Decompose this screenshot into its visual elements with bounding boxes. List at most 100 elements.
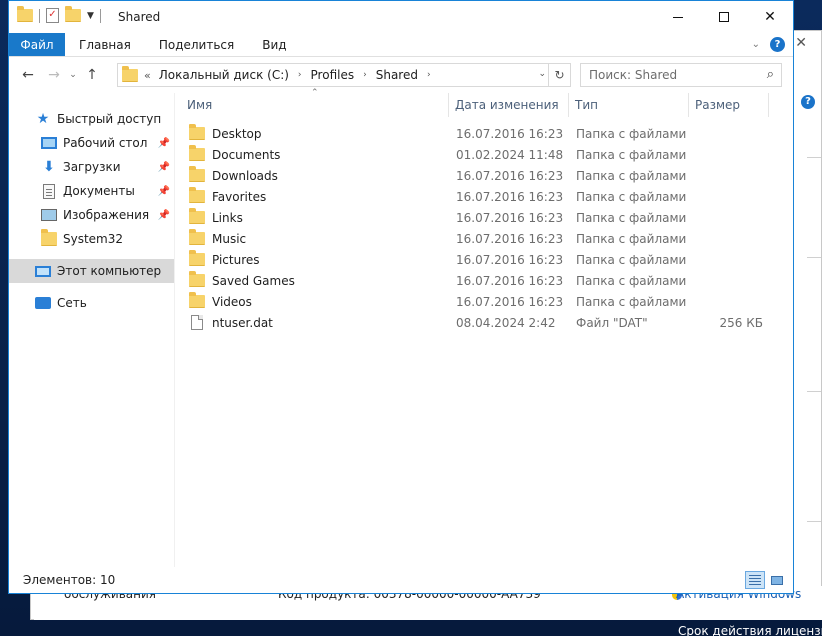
pin-icon[interactable]: 📌 (158, 186, 170, 197)
file-type: Файл "DAT" (576, 315, 648, 330)
ribbon-file-tab[interactable]: Файл (9, 33, 65, 56)
refresh-icon: ↻ (554, 68, 565, 82)
minimize-icon (673, 16, 683, 18)
file-type: Папка с файлами (576, 273, 687, 288)
sidebar-item-downloads[interactable]: ⬇ Загрузки 📌 (9, 155, 174, 179)
minimize-button[interactable] (655, 1, 701, 33)
sidebar-item-label: Изображения (63, 208, 150, 222)
sidebar-item-pictures[interactable]: Изображения 📌 (9, 203, 174, 227)
column-header-date[interactable]: Дата изменения (449, 93, 569, 117)
pin-icon[interactable]: 📌 (158, 162, 170, 173)
folder-icon (189, 208, 205, 224)
chevron-right-icon[interactable]: › (298, 70, 302, 80)
background-divider (807, 257, 821, 258)
file-date: 16.07.2016 16:23 (456, 210, 564, 225)
file-size (695, 270, 763, 291)
close-icon: ✕ (764, 9, 776, 25)
customize-toolbar-icon[interactable]: ▼ (87, 11, 94, 21)
recent-locations-icon[interactable]: ⌄ (67, 70, 79, 80)
breadcrumb-drive[interactable]: Локальный диск (C:) (159, 68, 289, 82)
file-type: Папка с файлами (576, 189, 687, 204)
background-close-icon[interactable]: ✕ (795, 35, 807, 51)
column-header-size[interactable]: Размер (689, 93, 769, 117)
ribbon-tab-home[interactable]: Главная (65, 33, 145, 56)
details-view-button[interactable] (745, 571, 765, 589)
table-row[interactable]: Music 16.07.2016 16:23 Папка с файлами (175, 228, 793, 249)
up-button[interactable]: ↑ (79, 62, 105, 88)
table-row[interactable]: Documents 01.02.2024 11:48 Папка с файла… (175, 144, 793, 165)
address-bar[interactable]: « Локальный диск (C:) › Profiles › Share… (117, 63, 571, 87)
license-text: Срок действия лицензии W (678, 624, 822, 636)
close-button[interactable]: ✕ (747, 1, 793, 33)
folder-icon (189, 145, 205, 161)
pin-icon[interactable]: 📌 (158, 138, 170, 149)
breadcrumb-overflow[interactable]: « (144, 69, 151, 82)
file-type: Папка с файлами (576, 147, 687, 162)
file-name: Pictures (212, 252, 260, 267)
table-row[interactable]: Saved Games 16.07.2016 16:23 Папка с фай… (175, 270, 793, 291)
file-size (695, 291, 763, 312)
expand-ribbon-icon[interactable]: ⌄ (752, 39, 760, 50)
arrow-up-icon: ↑ (86, 67, 98, 83)
file-name-cell: Music (189, 228, 246, 249)
large-icons-view-button[interactable] (767, 571, 787, 589)
file-date: 08.04.2024 2:42 (456, 315, 556, 330)
file-size (695, 144, 763, 165)
table-row[interactable]: Videos 16.07.2016 16:23 Папка с файлами (175, 291, 793, 312)
chevron-right-icon[interactable]: › (363, 70, 367, 80)
download-icon: ⬇ (43, 159, 55, 175)
sidebar-item-system32[interactable]: System32 (9, 227, 174, 251)
table-row[interactable]: Favorites 16.07.2016 16:23 Папка с файла… (175, 186, 793, 207)
sidebar-item-network[interactable]: Сеть (9, 291, 174, 315)
refresh-button[interactable]: ↻ (548, 64, 570, 86)
table-row[interactable]: Pictures 16.07.2016 16:23 Папка с файлам… (175, 249, 793, 270)
sidebar-item-this-pc[interactable]: Этот компьютер (9, 259, 174, 283)
file-type: Папка с файлами (576, 126, 687, 141)
background-help-icon[interactable]: ? (801, 95, 815, 109)
star-icon: ★ (36, 111, 50, 127)
pin-icon[interactable]: 📌 (158, 210, 170, 221)
column-headers: ⌃ Имя Дата изменения Тип Размер (175, 88, 793, 117)
folder-icon (189, 250, 205, 266)
search-box[interactable]: ⌕ (580, 63, 782, 87)
file-name-cell: Saved Games (189, 270, 295, 291)
search-icon[interactable]: ⌕ (767, 67, 774, 82)
file-name-cell: Pictures (189, 249, 260, 270)
maximize-button[interactable] (701, 1, 747, 33)
large-icons-view-icon (771, 575, 783, 585)
column-header-type[interactable]: Тип (569, 93, 689, 117)
new-folder-icon[interactable] (65, 6, 81, 22)
file-size (695, 123, 763, 144)
sidebar-item-quick-access[interactable]: ★ Быстрый доступ (9, 107, 174, 131)
maximize-icon (719, 12, 729, 22)
file-date: 16.07.2016 16:23 (456, 231, 564, 246)
back-button[interactable]: ← (15, 62, 41, 88)
table-row[interactable]: ntuser.dat 08.04.2024 2:42 Файл "DAT" 25… (175, 312, 793, 333)
sidebar-item-desktop[interactable]: Рабочий стол 📌 (9, 131, 174, 155)
help-icon[interactable]: ? (770, 37, 785, 52)
file-type: Папка с файлами (576, 294, 687, 309)
ribbon-tab-share[interactable]: Поделиться (145, 33, 248, 56)
folder-icon (41, 229, 57, 246)
chevron-right-icon[interactable]: › (427, 70, 431, 80)
column-header-name[interactable]: Имя (181, 93, 449, 117)
title-bar[interactable]: ✓ ▼ Shared ✕ (9, 1, 793, 33)
file-name-cell: Desktop (189, 123, 262, 144)
folder-icon (189, 187, 205, 203)
forward-button[interactable]: → (41, 62, 67, 88)
search-input[interactable] (589, 68, 749, 82)
table-row[interactable]: Desktop 16.07.2016 16:23 Папка с файлами (175, 123, 793, 144)
sidebar-item-label: System32 (63, 232, 124, 246)
window-title: Shared (118, 10, 161, 24)
breadcrumb-profiles[interactable]: Profiles (311, 68, 355, 82)
ribbon-tab-view[interactable]: Вид (248, 33, 300, 56)
table-row[interactable]: Links 16.07.2016 16:23 Папка с файлами (175, 207, 793, 228)
sidebar-item-label: Быстрый доступ (57, 112, 162, 126)
folder-icon (189, 124, 205, 140)
table-row[interactable]: Downloads 16.07.2016 16:23 Папка с файла… (175, 165, 793, 186)
properties-icon[interactable]: ✓ (46, 8, 59, 23)
sidebar-item-documents[interactable]: Документы 📌 (9, 179, 174, 203)
address-history-icon[interactable]: ⌄ (538, 69, 546, 79)
breadcrumb-shared[interactable]: Shared (376, 68, 418, 82)
file-name-cell: Links (189, 207, 243, 228)
